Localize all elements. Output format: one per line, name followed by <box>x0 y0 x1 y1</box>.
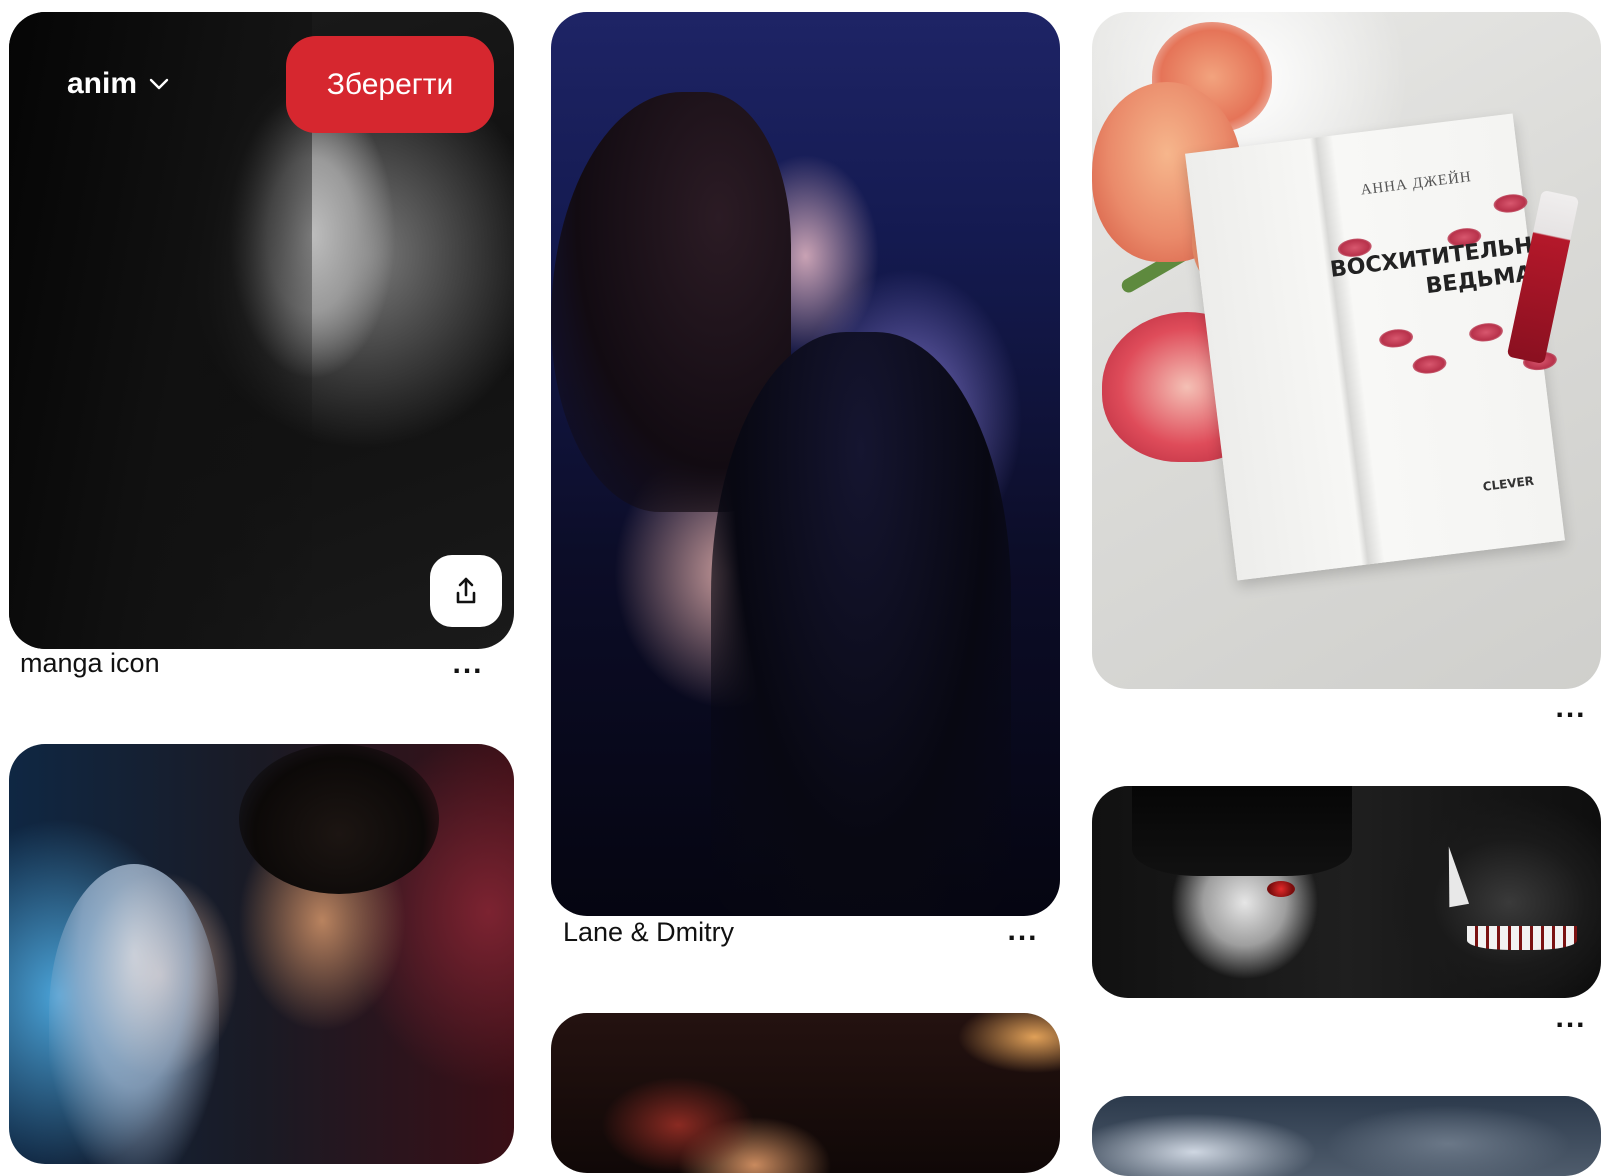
image-dark-hair-shape <box>239 744 439 894</box>
image-lip-print <box>1411 353 1448 376</box>
pin-title-manga-icon[interactable]: manga icon <box>20 648 160 679</box>
image-oni-teeth <box>1467 926 1577 950</box>
pin-more-options-button[interactable]: ... <box>446 649 490 686</box>
board-select-dropdown[interactable]: anim <box>67 67 171 101</box>
pin-image-couple[interactable] <box>9 744 514 1164</box>
image-bangs-shape <box>1132 786 1352 876</box>
pin-more-options-button[interactable]: ... <box>1001 916 1045 953</box>
share-upload-icon <box>456 577 476 604</box>
pin-image-manga-icon[interactable]: anim Зберегти <box>9 12 514 649</box>
pin-image-dark-fantasy[interactable] <box>551 1013 1060 1173</box>
more-dots-icon: ... <box>452 647 484 680</box>
save-button[interactable]: Зберегти <box>286 36 494 133</box>
image-hair-shape <box>9 12 312 649</box>
board-select-label: anim <box>67 67 138 100</box>
more-dots-icon: ... <box>1555 691 1587 724</box>
pin-image-snow-wolf[interactable] <box>1092 1096 1601 1176</box>
share-button[interactable] <box>430 555 502 627</box>
pin-title-lane-dmitry[interactable]: Lane & Dmitry <box>563 917 734 948</box>
more-dots-icon: ... <box>1007 914 1039 947</box>
book-author-text: АННА ДЖЕЙН <box>1359 169 1473 199</box>
image-red-eye <box>1267 881 1295 897</box>
more-dots-icon: ... <box>1555 1001 1587 1034</box>
image-figure-shape <box>711 332 1011 916</box>
book-publisher-text: CLEVER <box>1482 473 1535 494</box>
chevron-down-icon <box>149 78 169 90</box>
image-lip-print <box>1468 321 1505 344</box>
image-silver-hair-shape <box>49 864 219 1164</box>
image-lip-print <box>1492 192 1529 215</box>
image-oni-horn <box>1438 844 1470 908</box>
pin-image-book-tulips[interactable]: АННА ДЖЕЙН ВОСХИТИТЕЛЬНАЯ ВЕДЬМА CLEVER <box>1092 12 1601 689</box>
image-lip-print <box>1378 327 1415 350</box>
pin-more-options-button[interactable]: ... <box>1549 693 1593 730</box>
pin-image-manga-oni[interactable] <box>1092 786 1601 998</box>
pin-more-options-button[interactable]: ... <box>1549 1003 1593 1040</box>
pin-image-lane-dmitry[interactable] <box>551 12 1060 916</box>
